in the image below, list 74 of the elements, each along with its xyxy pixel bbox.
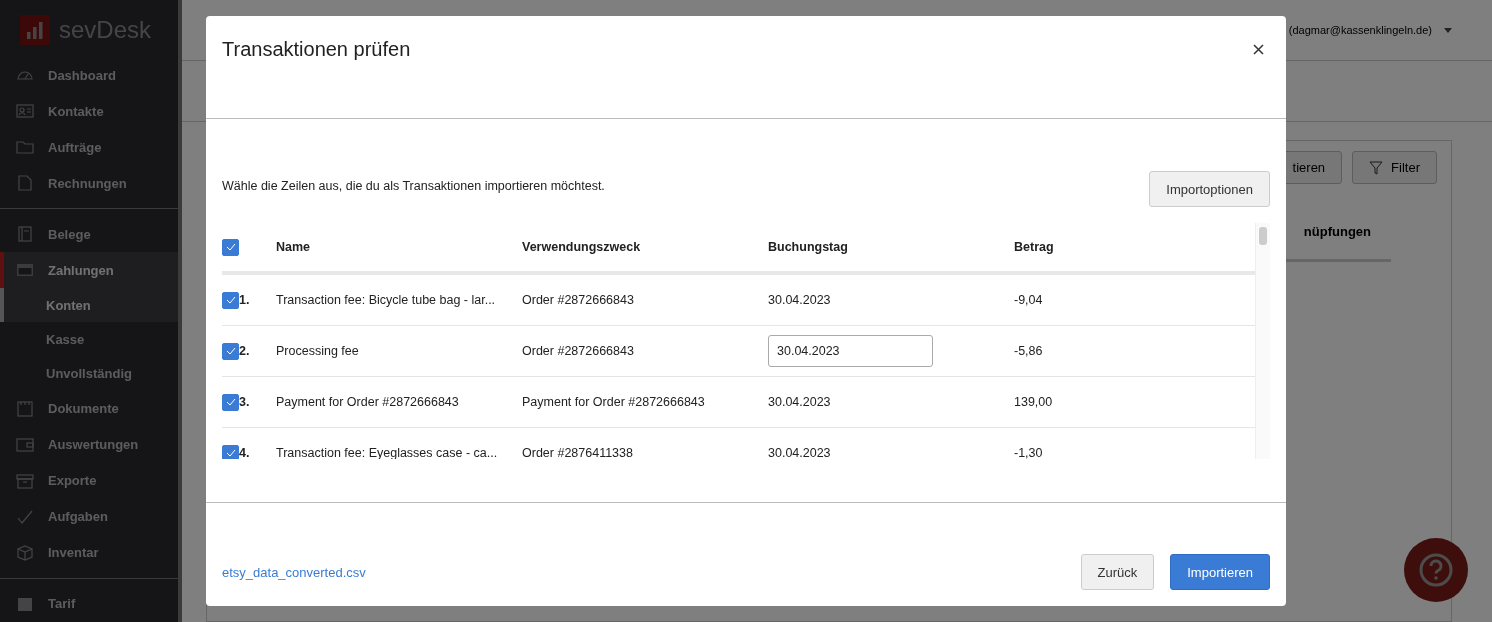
instruction-text: Wähle die Zeilen aus, die du als Transaktionen importieren möchtest. — [222, 179, 605, 193]
document-icon — [16, 175, 34, 192]
credit-card-icon — [16, 262, 34, 279]
row-checkbox[interactable] — [222, 342, 239, 360]
check-icon — [225, 398, 236, 406]
table-cell: 30.04.2023 — [768, 293, 831, 307]
table-cell: -9,04 — [1014, 293, 1043, 307]
nav-item[interactable]: Belege — [0, 216, 178, 253]
row-checkbox[interactable] — [222, 393, 239, 411]
table-cell: -5,86 — [1014, 344, 1043, 358]
nav-item[interactable]: Auswertungen — [0, 426, 178, 463]
date-field[interactable]: 30.04.2023 — [768, 335, 933, 367]
nav-item[interactable]: Aufträge — [0, 129, 178, 166]
close-icon[interactable] — [1253, 44, 1264, 55]
select-all-checkbox[interactable] — [222, 238, 239, 256]
table-cell: Order #2872666843 — [522, 293, 634, 307]
file-link[interactable]: etsy_data_converted.csv — [222, 565, 366, 580]
notebook-icon — [16, 226, 34, 243]
filter-icon — [1369, 160, 1384, 175]
table-cell: Transaction fee: Bicycle tube bag - lar... — [276, 293, 496, 307]
nav-item[interactable]: Zahlungen — [0, 252, 178, 289]
nav-item[interactable]: Kontakte — [0, 93, 178, 130]
scrollbar[interactable] — [1255, 223, 1270, 459]
column-header: nüpfungen — [1303, 224, 1371, 239]
user-email[interactable]: (dagmar@kassenklingeln.de) — [1288, 24, 1432, 36]
dialog-title: Transaktionen prüfen — [222, 38, 411, 61]
table-cell: Transaction fee: Eyeglasses case - ca... — [276, 446, 498, 459]
table-cell: 139,00 — [1014, 395, 1053, 409]
nav-item[interactable]: Exporte — [0, 462, 178, 499]
table-cell: Payment for Order #2872666843 — [276, 395, 459, 409]
column-header: Buchungstag — [768, 240, 848, 254]
column-header: Betrag — [1014, 240, 1054, 254]
table-cell: -1,30 — [1014, 446, 1043, 459]
table-cell: Order #2872666843 — [522, 344, 634, 358]
check-icon — [225, 449, 236, 457]
logo-icon — [20, 15, 50, 45]
table-cell: 30.04.2023 — [768, 446, 831, 459]
table-cell: Payment for Order #2872666843 — [522, 395, 705, 409]
archive-icon — [16, 472, 34, 489]
nav-item[interactable]: Tarif — [0, 585, 178, 622]
contact-card-icon — [16, 103, 34, 120]
table-cell: Order #2876411338 — [522, 446, 633, 459]
folder-icon — [16, 139, 34, 156]
row-number: 1. — [239, 293, 250, 307]
calendar-icon — [16, 400, 34, 417]
check-icon — [225, 347, 236, 355]
nav-item[interactable]: Dokumente — [0, 390, 178, 427]
nav-item[interactable]: Inventar — [0, 534, 178, 571]
table-cell: 30.04.2023 — [768, 395, 831, 409]
column-header: Name — [276, 240, 311, 254]
row-checkbox[interactable] — [222, 444, 239, 459]
question-icon — [1418, 552, 1454, 588]
wallet-icon — [16, 436, 34, 453]
box-icon — [16, 544, 34, 561]
nav-subitem[interactable]: Unvollständig — [0, 356, 178, 391]
check-icon — [16, 508, 34, 525]
row-checkbox[interactable] — [222, 291, 239, 309]
back-button[interactable]: Zurück — [1080, 554, 1155, 590]
nav-subitem[interactable]: Kasse — [0, 322, 178, 357]
row-number: 4. — [239, 446, 250, 459]
column-header: Verwendungszweck — [522, 240, 641, 254]
table-cell: Processing fee — [276, 344, 359, 358]
import-options-button[interactable]: Importoptionen — [1149, 171, 1270, 207]
check-icon — [225, 243, 236, 251]
row-number: 3. — [239, 395, 250, 409]
caret-icon[interactable] — [1444, 27, 1452, 33]
import-button[interactable]: Importieren — [1170, 554, 1270, 590]
nav-item[interactable]: Rechnungen — [0, 165, 178, 202]
nav-subitem[interactable]: Konten — [0, 288, 178, 323]
nav-item[interactable]: Dashboard — [0, 57, 178, 94]
nav-item[interactable]: Aufgaben — [0, 498, 178, 535]
check-icon — [225, 296, 236, 304]
row-number: 2. — [239, 344, 250, 358]
filter-button[interactable]: Filter — [1352, 151, 1437, 184]
